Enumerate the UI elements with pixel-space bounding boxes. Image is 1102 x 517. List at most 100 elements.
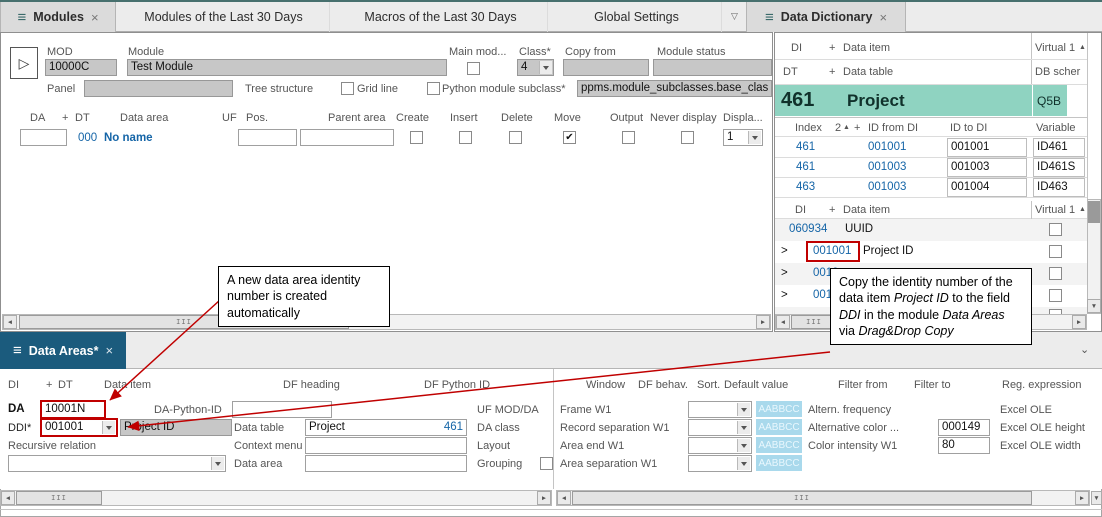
grouping-checkbox[interactable] bbox=[540, 457, 553, 470]
virtual-checkbox[interactable] bbox=[1049, 267, 1062, 280]
hamburger-icon[interactable]: ≡ bbox=[17, 10, 26, 25]
dropdown-icon[interactable] bbox=[737, 457, 750, 470]
dropdown-icon[interactable] bbox=[737, 403, 750, 416]
expand-icon[interactable]: > bbox=[781, 289, 788, 302]
hamburger-icon[interactable]: ≡ bbox=[765, 10, 774, 25]
scroll-right-button[interactable]: ► bbox=[1072, 315, 1086, 329]
run-module-button[interactable]: ▷ bbox=[10, 47, 38, 79]
selected-data-table-row[interactable]: 461 Project bbox=[775, 85, 1032, 116]
col-header-pos[interactable]: Pos. bbox=[246, 112, 268, 124]
col-header-df-python-id[interactable]: DF Python ID bbox=[424, 379, 490, 391]
virtual-checkbox[interactable] bbox=[1049, 289, 1062, 302]
scroll-right-button[interactable]: ► bbox=[1075, 491, 1089, 505]
close-icon[interactable]: × bbox=[105, 343, 113, 358]
col-header-uf[interactable]: UF bbox=[222, 112, 237, 124]
tab-macros-last-30[interactable]: Macros of the Last 30 Days bbox=[334, 2, 548, 32]
col-header-never-display[interactable]: Never display bbox=[650, 112, 717, 124]
color-intensity-field[interactable]: 80 bbox=[938, 437, 990, 454]
data-item-field[interactable]: Project ID bbox=[120, 419, 232, 436]
col-header-insert[interactable]: Insert bbox=[450, 112, 478, 124]
data-table-row-label[interactable]: Data table bbox=[843, 66, 893, 78]
col-header-filter-to[interactable]: Filter to bbox=[914, 379, 951, 391]
expand-icon[interactable]: > bbox=[781, 245, 788, 258]
col-header-reg-expression[interactable]: Reg. expression bbox=[1002, 379, 1082, 391]
link-id-to-cell[interactable]: 001004 bbox=[947, 178, 1027, 197]
col-header-di[interactable]: DI bbox=[8, 379, 19, 391]
da-id-field[interactable] bbox=[20, 129, 67, 146]
tab-modules[interactable]: ≡ Modules × bbox=[0, 2, 116, 32]
scrollbar-thumb[interactable]: III bbox=[16, 491, 102, 505]
dropdown-icon[interactable] bbox=[211, 457, 224, 470]
col-header-virtual[interactable]: Virtual 1 bbox=[1035, 204, 1075, 216]
col-header-window[interactable]: Window bbox=[586, 379, 625, 391]
plus-icon[interactable]: + bbox=[829, 204, 835, 216]
frame-dropdown[interactable] bbox=[688, 401, 752, 418]
link-id-to-cell[interactable]: 001003 bbox=[947, 158, 1027, 177]
recursive-relation-dropdown[interactable] bbox=[8, 455, 226, 472]
dropdown-icon[interactable] bbox=[737, 421, 750, 434]
plus-icon[interactable]: + bbox=[854, 122, 860, 134]
col-header-data-item[interactable]: Data item bbox=[843, 204, 890, 216]
dropdown-icon[interactable] bbox=[748, 131, 761, 144]
scroll-left-button[interactable]: ◄ bbox=[557, 491, 571, 505]
db-scheme-cell[interactable]: Q5B bbox=[1033, 85, 1067, 116]
col-header-delete[interactable]: Delete bbox=[501, 112, 533, 124]
parent-area-field[interactable] bbox=[300, 129, 394, 146]
da-python-id-field[interactable] bbox=[232, 401, 332, 418]
virtual-checkbox[interactable] bbox=[1049, 245, 1062, 258]
panel-field[interactable] bbox=[84, 80, 233, 97]
grid-line-checkbox[interactable] bbox=[341, 82, 354, 95]
close-icon[interactable]: × bbox=[879, 10, 887, 25]
db-scheme-header[interactable]: DB scher bbox=[1035, 66, 1080, 78]
dropdown-icon[interactable] bbox=[737, 439, 750, 452]
horizontal-scrollbar[interactable]: ◄ III ► bbox=[0, 490, 552, 506]
scrollbar-thumb[interactable] bbox=[1088, 201, 1100, 223]
col-header-di[interactable]: DI bbox=[795, 204, 806, 216]
collapse-icon[interactable]: ⌄ bbox=[1080, 343, 1089, 356]
area-end-dropdown[interactable] bbox=[688, 437, 752, 454]
main-module-checkbox[interactable] bbox=[467, 62, 480, 75]
area-sep-color-badge[interactable]: AABBCC bbox=[756, 455, 802, 471]
data-table-field[interactable]: Project 461 bbox=[305, 419, 467, 436]
dt-row-label[interactable]: DT bbox=[783, 66, 798, 78]
col-header-output[interactable]: Output bbox=[610, 112, 643, 124]
col-header-filter-from[interactable]: Filter from bbox=[838, 379, 888, 391]
output-checkbox[interactable] bbox=[622, 131, 635, 144]
col-header-default-value[interactable]: Default value bbox=[724, 379, 788, 391]
scroll-left-button[interactable]: ◄ bbox=[1, 491, 15, 505]
context-menu-field[interactable] bbox=[305, 437, 467, 454]
da-id-field[interactable]: 10001N bbox=[40, 400, 106, 419]
vertical-scrollbar[interactable]: ▼ bbox=[1087, 199, 1101, 314]
create-checkbox[interactable] bbox=[410, 131, 423, 144]
col-header-index[interactable]: Index bbox=[795, 122, 822, 134]
virtual-checkbox[interactable] bbox=[1049, 223, 1062, 236]
col-header-parent-area[interactable]: Parent area bbox=[328, 112, 385, 124]
tab-modules-last-30[interactable]: Modules of the Last 30 Days bbox=[118, 2, 330, 32]
scroll-left-button[interactable]: ◄ bbox=[3, 315, 17, 329]
plus-icon[interactable]: + bbox=[829, 66, 835, 78]
col-header-create[interactable]: Create bbox=[396, 112, 429, 124]
area-end-color-badge[interactable]: AABBCC bbox=[756, 437, 802, 453]
move-checkbox[interactable]: ✔ bbox=[563, 131, 576, 144]
scrollbar-thumb[interactable]: III bbox=[572, 491, 1032, 505]
close-icon[interactable]: × bbox=[91, 10, 99, 25]
scroll-left-button[interactable]: ◄ bbox=[776, 315, 790, 329]
plus-icon[interactable]: + bbox=[829, 42, 835, 54]
link-variable-cell[interactable]: ID461S bbox=[1033, 158, 1085, 177]
data-area-field[interactable] bbox=[305, 455, 467, 472]
plus-icon[interactable]: + bbox=[46, 379, 52, 391]
col-header-di[interactable]: DI bbox=[791, 42, 802, 54]
python-subclass-checkbox[interactable] bbox=[427, 82, 440, 95]
col-header-virtual[interactable]: Virtual 1 bbox=[1035, 42, 1075, 54]
class-dropdown[interactable]: 4 bbox=[517, 59, 554, 76]
col-header-df-behav[interactable]: DF behav. bbox=[638, 379, 688, 391]
area-sep-dropdown[interactable] bbox=[688, 455, 752, 472]
dropdown-icon[interactable] bbox=[102, 421, 115, 434]
col-header-data-item[interactable]: Data item bbox=[843, 42, 890, 54]
link-id-to-cell[interactable]: 001001 bbox=[947, 138, 1027, 157]
scroll-right-button[interactable]: ► bbox=[537, 491, 551, 505]
expand-icon[interactable]: > bbox=[781, 267, 788, 280]
col-header-dt[interactable]: DT bbox=[58, 379, 73, 391]
alternative-color-field[interactable]: 000149 bbox=[938, 419, 990, 436]
python-subclass-field[interactable]: ppms.module_subclasses.base_clas bbox=[577, 80, 772, 97]
